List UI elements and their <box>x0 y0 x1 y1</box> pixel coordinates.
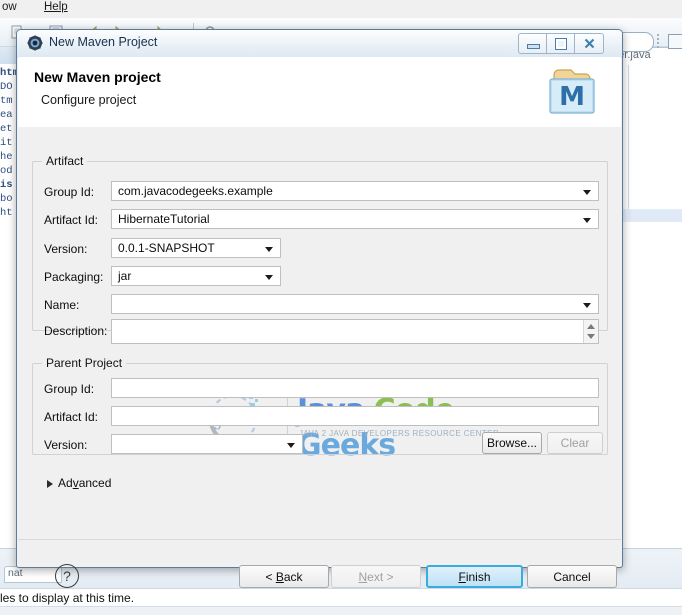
artifact-artifact-id-label: Artifact Id: <box>44 213 99 227</box>
maximize-button[interactable] <box>546 33 576 54</box>
parent-version-combo[interactable] <box>111 434 303 454</box>
artifact-packaging-label: Packaging: <box>44 270 104 284</box>
maximize-icon <box>547 34 575 53</box>
artifact-artifact-id-value: HibernateTutorial <box>118 212 210 226</box>
close-button[interactable] <box>574 33 604 54</box>
advanced-label: Advanced <box>58 476 112 490</box>
artifact-group-id-value: com.javacodegeeks.example <box>118 184 273 198</box>
editor-right-pane <box>628 64 682 214</box>
finish-button[interactable]: Finish <box>426 565 523 588</box>
artifact-group-legend: Artifact <box>42 154 88 168</box>
help-icon: ? <box>63 568 71 584</box>
artifact-description-textarea[interactable] <box>111 319 599 344</box>
ide-menubar: ow Help <box>0 0 682 19</box>
bottom-empty-message-text: les to display at this time. <box>0 591 135 605</box>
chevron-down-icon[interactable] <box>287 443 295 448</box>
scroll-down-icon[interactable] <box>587 334 595 339</box>
close-icon <box>575 34 603 53</box>
next-button-label: Next > <box>358 569 394 584</box>
artifact-version-value: 0.0.1-SNAPSHOT <box>118 241 215 255</box>
artifact-name-label: Name: <box>44 298 80 312</box>
toolbar-grip[interactable] <box>656 32 660 50</box>
artifact-version-combo[interactable]: 0.0.1-SNAPSHOT <box>111 238 281 258</box>
parent-artifact-id-label: Artifact Id: <box>44 410 99 424</box>
menu-help[interactable]: Help <box>44 1 68 13</box>
clear-button-label: Clear <box>560 436 590 450</box>
finish-button-label: Finish <box>458 569 491 584</box>
maven-gear-icon <box>27 35 43 51</box>
scroll-up-icon[interactable] <box>587 324 595 329</box>
page-subtitle: Configure project <box>41 93 137 107</box>
artifact-group-id-combo[interactable]: com.javacodegeeks.example <box>111 181 599 201</box>
artifact-name-combo[interactable] <box>111 294 599 314</box>
dialog-titlebar[interactable]: New Maven Project <box>17 30 622 58</box>
bottom-view-tab[interactable]: nat <box>4 566 62 583</box>
svg-text:M: M <box>559 82 585 112</box>
artifact-packaging-value: jar <box>118 269 132 283</box>
artifact-description-label: Description: <box>44 324 108 338</box>
outline-highlight <box>628 210 682 222</box>
perspective-switch-icon[interactable] <box>668 34 682 49</box>
parent-version-label: Version: <box>44 438 88 452</box>
back-button-label: < Back <box>265 569 303 584</box>
browse-button-label: Browse... <box>486 436 537 450</box>
parent-group-id-label: Group Id: <box>44 382 95 396</box>
dialog-footer <box>18 539 621 567</box>
artifact-packaging-combo[interactable]: jar <box>111 266 281 286</box>
help-button[interactable]: ? <box>55 564 79 588</box>
next-button[interactable]: Next > <box>331 565 421 588</box>
cancel-button-label: Cancel <box>553 569 591 584</box>
minimize-icon <box>519 34 547 53</box>
artifact-artifact-id-combo[interactable]: HibernateTutorial <box>111 209 599 229</box>
menu-window[interactable]: ow <box>2 1 17 13</box>
artifact-group-id-label: Group Id: <box>44 185 95 199</box>
chevron-down-icon[interactable] <box>583 218 591 223</box>
parent-project-group-legend: Parent Project <box>42 356 127 370</box>
chevron-down-icon[interactable] <box>265 275 273 280</box>
artifact-version-label: Version: <box>44 242 88 256</box>
browse-button[interactable]: Browse... <box>482 432 542 454</box>
parent-group-id-input[interactable] <box>111 378 599 398</box>
bottom-view-tab-label: nat <box>8 567 23 579</box>
minimize-button[interactable] <box>518 33 548 54</box>
cancel-button[interactable]: Cancel <box>527 565 617 588</box>
parent-artifact-id-input[interactable] <box>111 406 599 426</box>
new-maven-project-dialog: New Maven Project New Maven project Conf… <box>16 29 623 588</box>
chevron-down-icon[interactable] <box>265 247 273 252</box>
dialog-header: New Maven project Configure project M <box>18 57 621 128</box>
maven-folder-icon: M <box>542 65 602 119</box>
description-scrollbar[interactable] <box>583 320 598 343</box>
clear-button[interactable]: Clear <box>547 432 603 454</box>
dialog-title: New Maven Project <box>49 35 158 49</box>
chevron-down-icon[interactable] <box>583 303 591 308</box>
chevron-right-icon <box>47 480 53 488</box>
back-button[interactable]: < Back <box>239 565 329 588</box>
chevron-down-icon[interactable] <box>583 190 591 195</box>
page-title: New Maven project <box>34 69 161 85</box>
